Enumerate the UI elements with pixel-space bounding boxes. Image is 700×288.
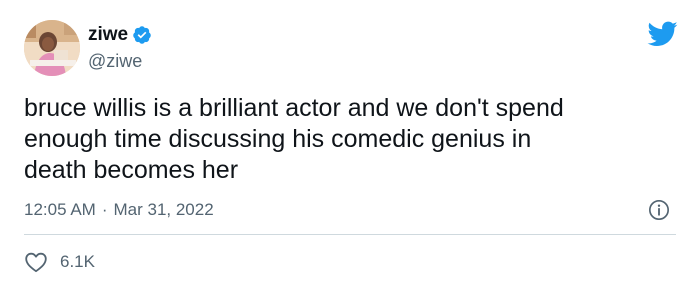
- heart-icon[interactable]: [24, 251, 48, 273]
- verified-badge-icon: [132, 25, 152, 45]
- divider: [24, 234, 676, 235]
- avatar-image: [24, 20, 80, 76]
- tweet-header: ziwe @ziwe: [24, 16, 152, 80]
- tweet-date[interactable]: Mar 31, 2022: [114, 198, 214, 222]
- info-icon[interactable]: [648, 199, 670, 221]
- tweet-card: ziwe @ziwe bruce willis is a brilliant a…: [0, 0, 700, 288]
- tweet-text: bruce willis is a brilliant actor and we…: [24, 94, 564, 184]
- display-name-row: ziwe: [88, 23, 152, 47]
- display-name[interactable]: ziwe: [88, 23, 128, 47]
- avatar[interactable]: [24, 20, 80, 76]
- author-names: ziwe @ziwe: [88, 23, 152, 73]
- like-action[interactable]: 6.1K: [24, 250, 95, 274]
- author-handle[interactable]: @ziwe: [88, 49, 152, 73]
- tweet-time[interactable]: 12:05 AM: [24, 198, 96, 222]
- twitter-bird-icon[interactable]: [646, 20, 678, 48]
- like-count: 6.1K: [60, 252, 95, 271]
- meta-separator: ·: [101, 200, 108, 219]
- tweet-timestamp[interactable]: 12:05 AM · Mar 31, 2022: [24, 198, 214, 222]
